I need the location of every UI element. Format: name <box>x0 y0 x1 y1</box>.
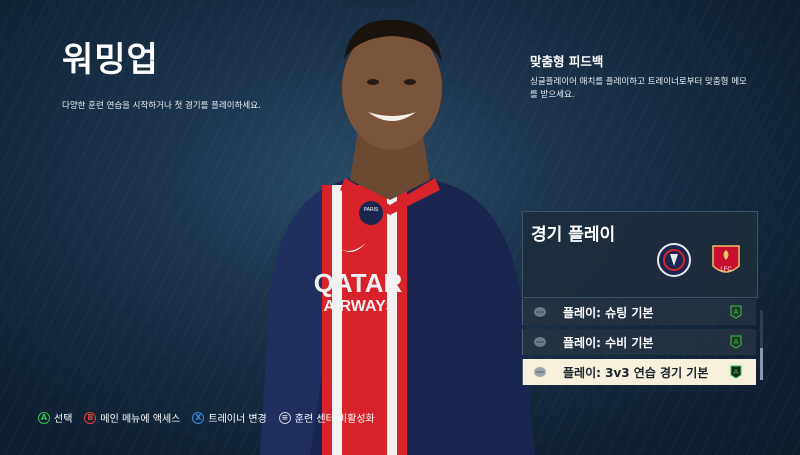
liverpool-crest-text: LFC <box>720 267 732 273</box>
hint-change-trainer[interactable]: X 트레이너 변경 <box>192 410 267 425</box>
a-button-icon: A <box>38 411 50 424</box>
hint-label: 트레이너 변경 <box>208 414 267 425</box>
panel-title: 경기 플레이 <box>531 225 616 245</box>
activity-label: 플레이: 3v3 연습 경기 기본 <box>563 365 709 380</box>
training-icon <box>534 307 546 317</box>
shirt-crest-text: PARIS <box>364 207 379 213</box>
hint-main-menu[interactable]: B 메인 메뉴에 액세스 <box>84 410 180 425</box>
activity-label: 플레이: 슈팅 기본 <box>563 305 654 320</box>
feedback-description: 싱글플레이어 매치를 플레이하고 트레이너로부터 맞춤형 메모를 받으세요. <box>530 77 747 100</box>
controls-footer: A 선택 B 메인 메뉴에 액세스 X 트레이너 변경 ≡ 훈련 센터 비활성화 <box>38 410 387 425</box>
shirt-sponsor-text-2: AIRWAYS <box>324 298 397 315</box>
x-button-icon: X <box>192 411 205 424</box>
hint-disable-training[interactable]: ≡ 훈련 센터 비활성화 <box>278 410 375 425</box>
badge-text: A <box>734 369 739 376</box>
shirt-sponsor-text-1: QATAR <box>314 268 403 298</box>
activity-item-shooting[interactable]: 플레이: 슈팅 기본 A <box>522 299 756 325</box>
b-button-icon: B <box>84 411 97 424</box>
hint-select[interactable]: A 선택 <box>38 410 72 425</box>
liverpool-crest-icon: LFC <box>712 245 740 273</box>
hint-label: 선택 <box>54 414 73 425</box>
badge-text: A <box>734 309 739 316</box>
activity-item-3v3[interactable]: 플레이: 3v3 연습 경기 기본 A <box>522 359 756 385</box>
page-title: 워밍업 <box>62 40 159 80</box>
training-icon <box>534 337 546 347</box>
feedback-title: 맞춤형 피드백 <box>530 54 604 69</box>
a-button-badge-icon: A <box>730 305 742 319</box>
activity-item-defending[interactable]: 플레이: 수비 기본 A <box>522 329 756 355</box>
hint-label: 훈련 센터 비활성화 <box>294 414 375 425</box>
training-icon <box>534 367 546 377</box>
activity-label: 플레이: 수비 기본 <box>563 335 654 350</box>
badge-text: A <box>734 339 739 346</box>
psg-crest-icon <box>657 243 691 277</box>
activity-list: 플레이: 슈팅 기본 A 플레이: 수비 기본 A 플레이: 3v3 연습 경기… <box>522 299 756 389</box>
a-button-badge-icon: A <box>730 335 742 349</box>
menu-button-icon: ≡ <box>278 411 291 424</box>
hint-label: 메인 메뉴에 액세스 <box>100 414 181 425</box>
a-button-badge-icon: A <box>730 365 742 379</box>
scrollbar-thumb[interactable] <box>760 348 763 380</box>
player-portrait: PARIS QATAR AIRWAYS <box>260 19 535 455</box>
play-match-panel[interactable]: 경기 플레이 V LFC <box>522 211 758 298</box>
activity-scrollbar[interactable] <box>760 310 763 380</box>
